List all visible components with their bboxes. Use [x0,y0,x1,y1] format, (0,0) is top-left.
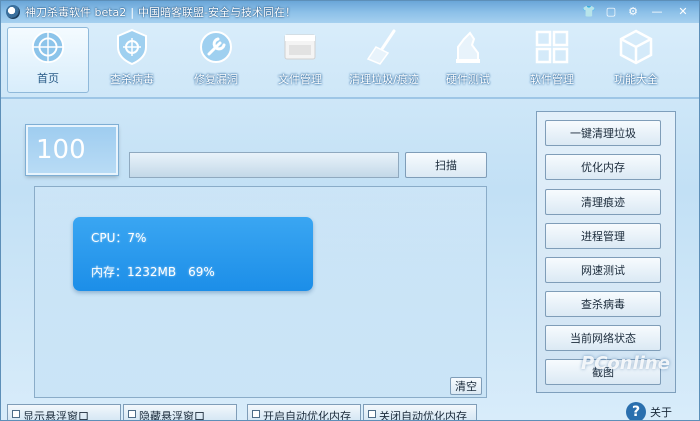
disable-auto-optimize-label: 关闭自动优化内存 [379,410,467,421]
disable-auto-optimize-button[interactable]: 关闭自动优化内存 [363,404,477,421]
cpu-usage: CPU：7% [91,231,147,245]
speed-test-button[interactable]: 网速测试 [545,257,661,283]
close-button[interactable]: ✕ [673,3,693,19]
help-icon: ? [626,402,646,420]
hardware-test-icon [456,31,480,63]
window-title: 神刀杀毒软件 beta2 [25,6,127,19]
file-manager-icon [284,34,316,60]
settings-button[interactable]: ⚙ [623,3,643,19]
software-manager-icon [535,30,569,64]
menu-button[interactable]: ▢ [601,3,621,19]
tab-all-features-label: 功能大全 [614,73,658,86]
window-slogan: 中国暗客联盟-安全与技术同在！ [138,6,296,19]
about-label: 关于 [650,406,672,419]
tab-virus-scan[interactable]: 查杀病毒 [91,27,173,93]
virus-scan-icon [117,28,147,66]
tab-repair[interactable]: 修复漏洞 [175,27,257,93]
broom-icon [366,29,396,65]
checkbox-icon [368,410,376,418]
repair-icon [200,31,232,63]
app-logo-icon [6,5,20,19]
checkbox-icon [12,410,20,418]
one-click-clean-button[interactable]: 一键清理垃圾 [545,120,661,146]
scan-button[interactable]: 扫描 [405,152,487,178]
hide-float-window-label: 隐藏悬浮窗口 [139,410,205,421]
title-bar[interactable]: 神刀杀毒软件 beta2 | 中国暗客联盟-安全与技术同在！ 👕 ▢ ⚙ — ✕ [1,1,699,23]
skin-button[interactable]: 👕 [579,3,599,19]
optimize-memory-button[interactable]: 优化内存 [545,154,661,180]
toolbar-divider [1,97,699,99]
checkbox-icon [128,410,136,418]
minimize-button[interactable]: — [647,3,667,19]
home-icon [31,30,65,64]
tab-repair-label: 修复漏洞 [194,73,238,86]
clean-traces-button[interactable]: 清理痕迹 [545,189,661,215]
virus-scan-button[interactable]: 查杀病毒 [545,291,661,317]
memory-usage: 内存：1232MB 69% [91,265,215,279]
tab-hardware-test[interactable]: 硬件测试 [427,27,509,93]
tab-file-manager-label: 文件管理 [278,73,322,86]
tab-clean-label: 清理垃圾/痕迹 [349,73,419,86]
enable-auto-optimize-label: 开启自动优化内存 [263,410,351,421]
tab-all-features[interactable]: 功能大全 [595,27,677,93]
tab-home[interactable]: 首页 [7,27,89,93]
show-float-window-label: 显示悬浮窗口 [23,410,89,421]
tab-virus-scan-label: 查杀病毒 [110,73,154,86]
title-separator: | [130,5,135,19]
tab-software-manager-label: 软件管理 [530,73,574,86]
hide-float-window-button[interactable]: 隐藏悬浮窗口 [123,404,237,421]
bottom-bar: 显示悬浮窗口 隐藏悬浮窗口 开启自动优化内存 关闭自动优化内存 [1,404,699,421]
health-score: 100 [26,125,118,175]
checkbox-icon [252,410,260,418]
clear-button[interactable]: 清空 [450,377,482,395]
process-manager-button[interactable]: 进程管理 [545,223,661,249]
scan-progress-bar [129,152,399,178]
main-toolbar: 首页 查杀病毒 修复漏洞 文件管理 清理垃圾/痕迹 硬件测试 软件管理 功能大全 [1,23,699,95]
system-info-card: CPU：7% 内存：1232MB 69% [73,217,313,291]
about-button[interactable]: ? 关于 [626,402,672,420]
tab-software-manager[interactable]: 软件管理 [511,27,593,93]
watermark: PConline [581,353,670,374]
tab-hardware-test-label: 硬件测试 [446,73,490,86]
cube-icon [619,29,653,65]
enable-auto-optimize-button[interactable]: 开启自动优化内存 [247,404,361,421]
tab-clean[interactable]: 清理垃圾/痕迹 [343,27,425,93]
app-window: 神刀杀毒软件 beta2 | 中国暗客联盟-安全与技术同在！ 👕 ▢ ⚙ — ✕… [0,0,700,421]
tab-file-manager[interactable]: 文件管理 [259,27,341,93]
network-status-button[interactable]: 当前网络状态 [545,325,661,351]
show-float-window-button[interactable]: 显示悬浮窗口 [7,404,121,421]
tab-home-label: 首页 [37,72,59,85]
quick-actions-panel: 一键清理垃圾 优化内存 清理痕迹 进程管理 网速测试 查杀病毒 当前网络状态 截… [536,111,676,393]
